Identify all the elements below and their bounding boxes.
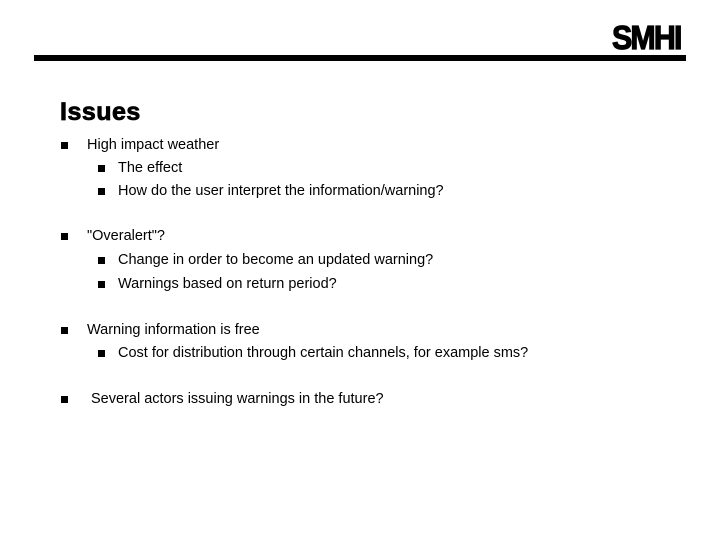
bullet-square-icon: [61, 396, 68, 403]
sub-bullet-item: Cost for distribution through certain ch…: [98, 344, 529, 362]
bullet-square-icon: [61, 327, 68, 334]
smhi-logo: SMHI: [611, 18, 682, 56]
header-rule: [34, 55, 686, 61]
bullet-text: High impact weather: [87, 137, 220, 153]
sub-bullet-item: The effect: [98, 159, 183, 177]
bullet-item: "Overalert"?: [61, 227, 165, 245]
bullet-text: Warnings based on return period?: [118, 276, 337, 292]
bullet-square-icon: [61, 233, 68, 240]
bullet-square-icon: [98, 165, 105, 172]
sub-bullet-item: How do the user interpret the informatio…: [98, 182, 444, 200]
bullet-item: Several actors issuing warnings in the f…: [61, 390, 384, 408]
bullet-text: How do the user interpret the informatio…: [118, 183, 444, 199]
bullet-item: High impact weather: [61, 136, 220, 154]
bullet-item: Warning information is free: [61, 321, 260, 339]
bullet-square-icon: [61, 142, 68, 149]
sub-bullet-item: Warnings based on return period?: [98, 275, 337, 293]
bullet-text: "Overalert"?: [87, 228, 165, 244]
sub-bullet-item: Change in order to become an updated war…: [98, 251, 434, 269]
bullet-square-icon: [98, 257, 105, 264]
slide-title: Issues: [60, 98, 141, 127]
bullet-text: Change in order to become an updated war…: [118, 252, 434, 268]
bullet-text: Warning information is free: [87, 322, 260, 338]
bullet-square-icon: [98, 188, 105, 195]
bullet-square-icon: [98, 350, 105, 357]
bullet-square-icon: [98, 281, 105, 288]
bullet-text: Cost for distribution through certain ch…: [118, 345, 529, 361]
bullet-text: Several actors issuing warnings in the f…: [91, 391, 384, 407]
bullet-text: The effect: [118, 160, 183, 176]
